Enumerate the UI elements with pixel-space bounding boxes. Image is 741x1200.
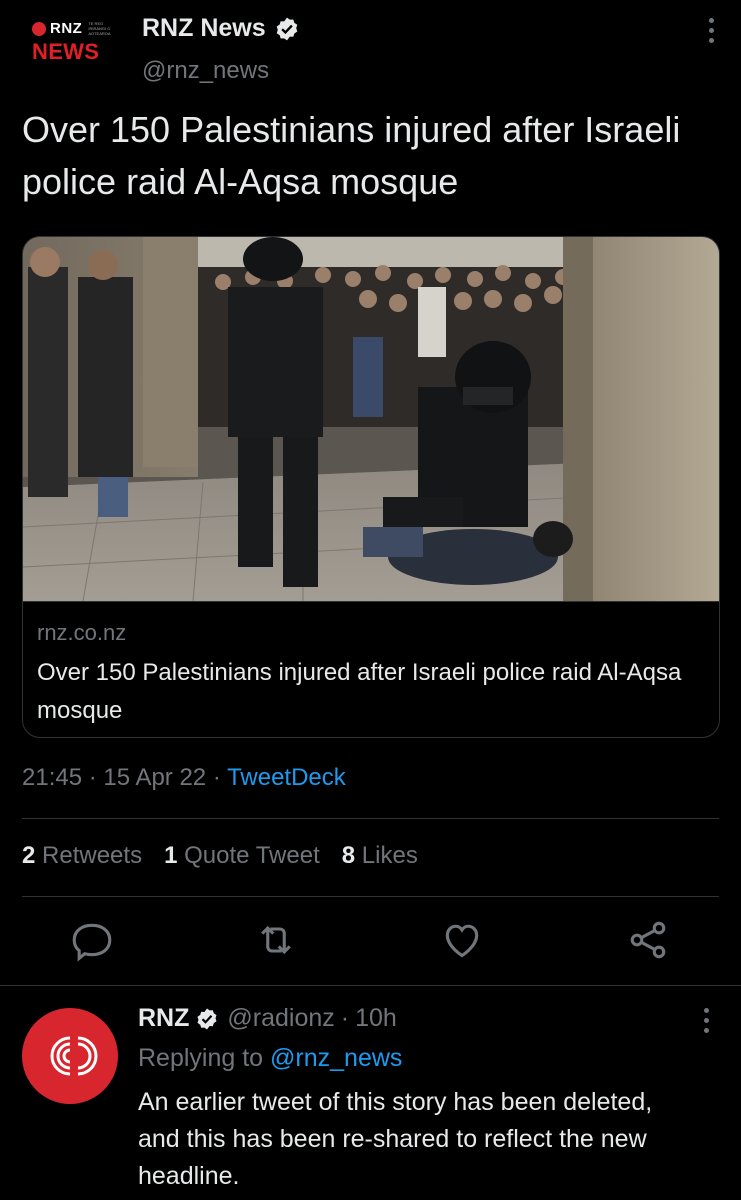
card-image[interactable] bbox=[23, 237, 719, 601]
verified-icon bbox=[276, 17, 297, 40]
author-name[interactable]: RNZ News bbox=[142, 14, 266, 43]
tweet-stats: 2 Retweets 1 Quote Tweet 8 Likes bbox=[22, 842, 440, 870]
retweet-icon[interactable] bbox=[254, 918, 298, 962]
mention-link[interactable]: @rnz_news bbox=[270, 1044, 402, 1072]
tweet-text: Over 150 Palestinians injured after Isra… bbox=[22, 109, 681, 202]
reply-author-name[interactable]: RNZ bbox=[138, 1004, 189, 1033]
tweet-source-link[interactable]: TweetDeck bbox=[227, 764, 346, 791]
author-name-row[interactable]: RNZ News bbox=[142, 14, 300, 43]
tweet-actions bbox=[0, 918, 741, 966]
divider bbox=[22, 896, 719, 897]
separator: · bbox=[340, 1004, 350, 1032]
separator: · bbox=[88, 764, 97, 791]
verified-icon bbox=[197, 1008, 217, 1029]
more-options-icon[interactable] bbox=[701, 1008, 711, 1036]
reply-author-handle[interactable]: @radionz bbox=[227, 1004, 334, 1033]
tweet-timestamp: 21:45 · 15 Apr 22 · TweetDeck bbox=[22, 764, 346, 792]
card-meta: rnz.co.nz Over 150 Palestinians injured … bbox=[23, 601, 719, 737]
likes-stat[interactable]: 8 Likes bbox=[342, 842, 418, 870]
replying-to: Replying to @rnz_news bbox=[138, 1044, 402, 1073]
logo-top: RNZ TE REO IRIRANGI O AOTEAROA bbox=[32, 20, 132, 37]
card-domain: rnz.co.nz bbox=[37, 620, 127, 645]
reply-header: RNZ @radionz · 10h bbox=[138, 1004, 397, 1033]
like-icon[interactable] bbox=[440, 918, 484, 962]
retweets-stat[interactable]: 2 Retweets bbox=[22, 842, 142, 870]
card-title: Over 150 Palestinians injured after Isra… bbox=[37, 659, 682, 724]
share-icon[interactable] bbox=[626, 918, 670, 962]
reply-tweet[interactable]: RNZ @radionz · 10h Replying to @rnz_news… bbox=[0, 985, 741, 1200]
rnz-badge-icon bbox=[32, 21, 46, 36]
author-block: RNZ News @rnz_news bbox=[142, 14, 300, 85]
logo-news: NEWS bbox=[32, 39, 100, 64]
quote-tweets-stat[interactable]: 1 Quote Tweet bbox=[164, 842, 320, 870]
tweet-time[interactable]: 21:45 bbox=[22, 764, 82, 791]
rnz-news-avatar[interactable]: RNZ TE REO IRIRANGI O AOTEAROA NEWS bbox=[32, 20, 132, 90]
divider bbox=[22, 818, 719, 819]
author-handle[interactable]: @rnz_news bbox=[142, 57, 300, 85]
rnz-avatar[interactable] bbox=[22, 1008, 118, 1104]
separator: · bbox=[212, 764, 221, 791]
replying-prefix: Replying to bbox=[138, 1044, 264, 1072]
more-options-icon[interactable] bbox=[706, 18, 716, 46]
link-card[interactable]: rnz.co.nz Over 150 Palestinians injured … bbox=[22, 236, 720, 738]
reply-text: An earlier tweet of this story has been … bbox=[138, 1088, 653, 1190]
reply-icon[interactable] bbox=[70, 918, 114, 962]
news-photo bbox=[23, 237, 719, 601]
logo-brand: RNZ bbox=[50, 20, 83, 37]
tweet-header: RNZ TE REO IRIRANGI O AOTEAROA NEWS RNZ … bbox=[24, 14, 724, 94]
reply-age[interactable]: 10h bbox=[355, 1004, 397, 1033]
rnz-logo-icon bbox=[50, 1036, 98, 1076]
tweet-date[interactable]: 15 Apr 22 bbox=[103, 764, 206, 791]
logo-sub: TE REO IRIRANGI O AOTEAROA bbox=[88, 21, 111, 36]
